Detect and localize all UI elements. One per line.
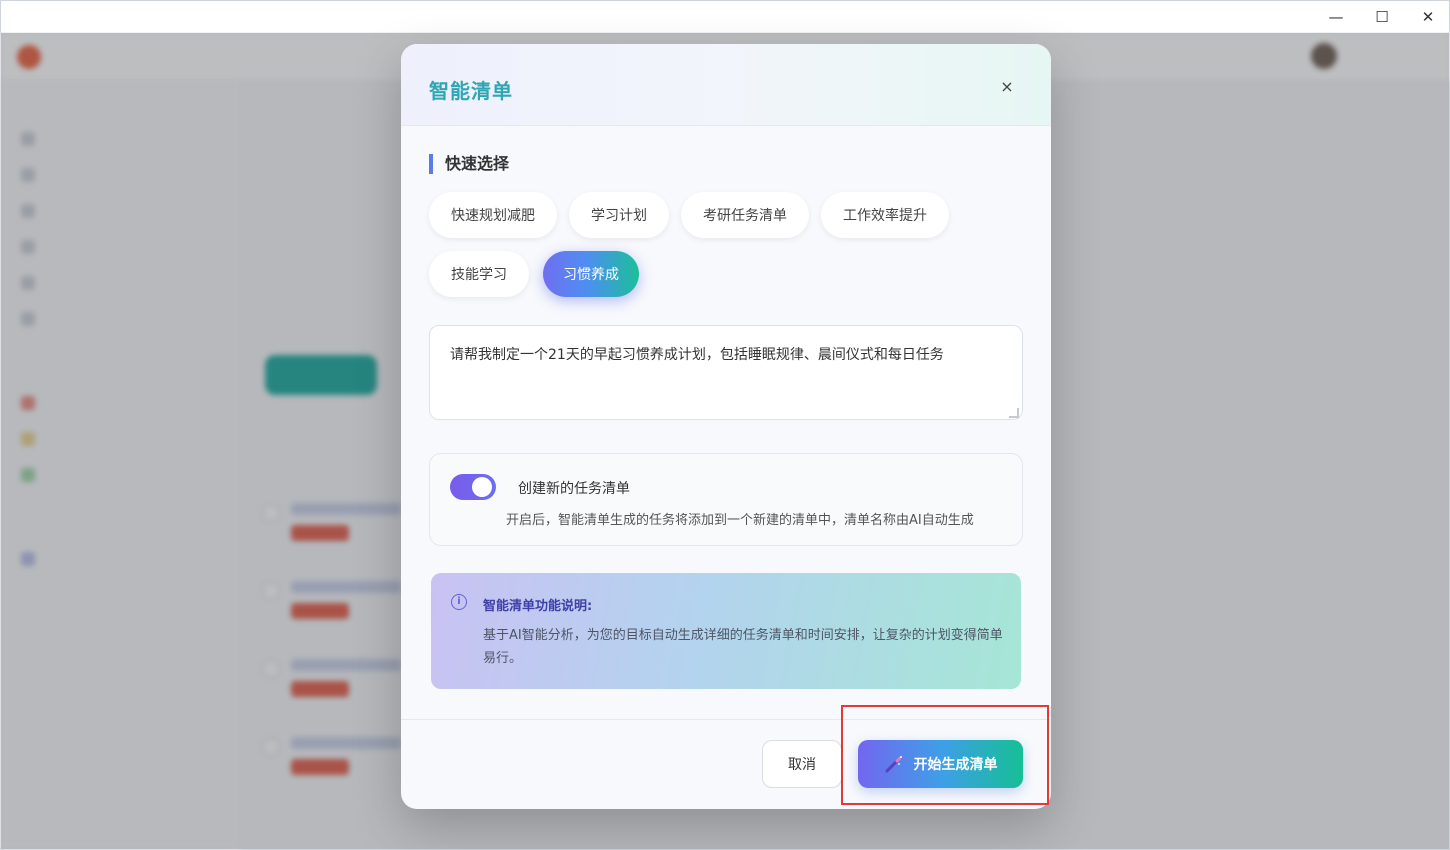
quick-select-title: 快速选择 — [429, 154, 509, 174]
toggle-description: 开启后，智能清单生成的任务将添加到一个新建的清单中，清单名称由AI自动生成 — [506, 513, 974, 528]
dialog-title: 智能清单 — [429, 79, 513, 103]
footer-divider — [401, 719, 1051, 720]
resize-handle-icon[interactable] — [1009, 408, 1019, 418]
magic-wand-icon — [885, 756, 902, 773]
info-text: 基于AI智能分析，为您的目标自动生成详细的任务清单和时间安排，让复杂的计划变得简… — [483, 628, 1003, 666]
minimize-button[interactable]: — — [1313, 5, 1359, 29]
start-generate-label: 开始生成清单 — [913, 757, 998, 773]
chip-habit-building[interactable]: 习惯养成 — [543, 251, 639, 297]
new-list-toggle-card: 创建新的任务清单 开启后，智能清单生成的任务将添加到一个新建的清单中，清单名称由… — [429, 453, 1023, 546]
smart-list-dialog: 智能清单 × 快速选择 快速规划减肥 学习计划 考研任务清单 工作效率提升 技能… — [401, 44, 1051, 809]
info-icon: i — [451, 594, 467, 610]
chip-skill-learning[interactable]: 技能学习 — [429, 251, 529, 297]
cancel-button[interactable]: 取消 — [762, 740, 842, 788]
toggle-label: 创建新的任务清单 — [518, 481, 630, 497]
chip-weight-loss[interactable]: 快速规划减肥 — [429, 192, 557, 238]
feature-info-card: i 智能清单功能说明: 基于AI智能分析，为您的目标自动生成详细的任务清单和时间… — [431, 573, 1021, 689]
chip-work-efficiency[interactable]: 工作效率提升 — [821, 192, 949, 238]
chip-study-plan[interactable]: 学习计划 — [569, 192, 669, 238]
start-generate-button[interactable]: 开始生成清单 — [858, 740, 1023, 788]
toggle-knob — [472, 477, 492, 497]
goal-prompt-input[interactable]: 请帮我制定一个21天的早起习惯养成计划，包括睡眠规律、晨间仪式和每日任务 — [429, 325, 1023, 420]
maximize-button[interactable]: ☐ — [1359, 5, 1405, 29]
app-window: — ☐ ✕ 智能清单 × 快速选择 快速规划减肥 学习计划 考研任务清单 工作效… — [0, 0, 1450, 850]
close-window-button[interactable]: ✕ — [1405, 5, 1450, 29]
close-icon[interactable]: × — [995, 74, 1019, 98]
chip-exam-tasks[interactable]: 考研任务清单 — [681, 192, 809, 238]
title-bar: — ☐ ✕ — [1, 1, 1449, 33]
info-title: 智能清单功能说明: — [483, 599, 593, 614]
dialog-header: 智能清单 × — [401, 44, 1051, 126]
new-list-toggle[interactable] — [450, 474, 496, 500]
